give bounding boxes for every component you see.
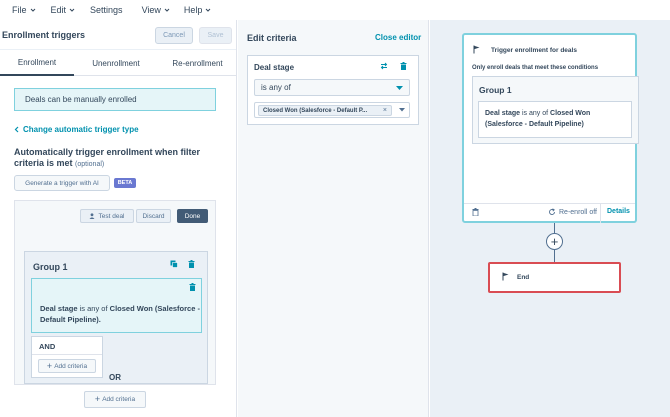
trigger-card[interactable]: Trigger enrollment for deals Only enroll… <box>462 33 639 223</box>
add-action-button[interactable]: + <box>546 233 563 250</box>
connector-line <box>554 250 555 262</box>
edit-criteria-title: Edit criteria <box>247 33 297 43</box>
trigger-tabs: Enrollment Unenrollment Re-enrollment <box>0 50 237 76</box>
panel-header: Enrollment triggers Cancel Save <box>0 20 236 50</box>
trash-icon[interactable] <box>189 283 196 291</box>
copy-icon[interactable] <box>170 260 178 268</box>
value-multiselect[interactable]: Closed Won (Salesforce - Default P... × <box>254 102 410 118</box>
property-label: Deal stage <box>254 63 295 72</box>
flag-icon <box>473 45 480 54</box>
group-title: Group 1 <box>33 262 68 272</box>
canvas-criteria-card: Deal stage is any of Closed Won (Salesfo… <box>478 101 632 138</box>
filter-group: Group 1 Deal stage is any of Closed Won … <box>24 251 208 384</box>
change-trigger-type-link[interactable]: Change automatic trigger type <box>14 125 139 134</box>
chevron-down-icon <box>69 8 75 12</box>
trash-icon[interactable] <box>472 208 479 216</box>
done-button[interactable]: Done <box>177 209 208 223</box>
criteria-card[interactable]: Deal stage is any of Closed Won (Salesfo… <box>31 278 202 333</box>
swap-icon[interactable] <box>380 62 388 70</box>
caret-down-icon <box>396 86 403 90</box>
trash-icon[interactable] <box>400 62 407 70</box>
workflow-canvas: Trigger enrollment for deals Only enroll… <box>430 20 670 417</box>
discard-button[interactable]: Discard <box>136 209 171 223</box>
operator-select[interactable]: is any of <box>254 79 410 96</box>
chevron-left-icon <box>14 126 19 133</box>
optional-label: (optional) <box>75 161 105 168</box>
menu-view[interactable]: View <box>142 0 170 20</box>
refresh-icon <box>549 208 555 215</box>
test-deal-button[interactable]: Test deal <box>80 209 134 223</box>
manual-enroll-text: Deals can be manually enrolled <box>25 95 137 104</box>
close-editor-link[interactable]: Close editor <box>375 33 421 42</box>
criteria-editor-card: Deal stage is any of Closed Won (Salesfo… <box>247 55 419 125</box>
menu-file[interactable]: File <box>12 0 36 20</box>
or-label: OR <box>109 373 121 382</box>
divider <box>32 354 102 355</box>
chevron-down-icon <box>164 8 170 12</box>
trigger-footer: Re-enroll off Details <box>464 203 635 223</box>
plus-icon: + <box>94 394 101 404</box>
and-block: AND + Add criteria <box>31 336 103 378</box>
save-button[interactable]: Save <box>199 27 232 44</box>
panel-title: Enrollment triggers <box>2 29 86 40</box>
value-tag: Closed Won (Salesforce - Default P... × <box>258 105 392 116</box>
chevron-down-icon <box>206 8 211 12</box>
tab-re-enrollment[interactable]: Re-enrollment <box>158 50 237 76</box>
remove-tag-icon[interactable]: × <box>383 107 387 114</box>
trigger-title: Trigger enrollment for deals <box>491 47 577 54</box>
divider <box>600 204 601 223</box>
and-label: AND <box>39 342 56 351</box>
plus-icon: + <box>46 360 53 371</box>
person-icon <box>89 213 95 219</box>
flag-icon <box>502 272 509 281</box>
re-enroll-toggle[interactable]: Re-enroll off <box>548 208 597 216</box>
filter-editor: Test deal Discard Done Group 1 Deal stag… <box>14 200 216 385</box>
caret-down-icon <box>399 108 405 112</box>
manual-enroll-info: Deals can be manually enrolled <box>14 88 216 111</box>
tab-enrollment[interactable]: Enrollment <box>0 50 74 76</box>
beta-badge: BETA <box>114 178 136 188</box>
group-title: Group 1 <box>479 85 512 95</box>
generate-trigger-ai-button[interactable]: Generate a trigger with AI <box>14 175 110 191</box>
enrollment-triggers-panel: Enrollment triggers Cancel Save Enrollme… <box>0 20 237 417</box>
menu-edit[interactable]: Edit <box>51 0 76 20</box>
trash-icon[interactable] <box>188 260 195 268</box>
add-criteria-button[interactable]: + Add criteria <box>38 359 96 373</box>
cancel-button[interactable]: Cancel <box>155 27 193 44</box>
menu-bar: File Edit Settings View Help <box>0 0 670 20</box>
chevron-down-icon <box>30 8 35 12</box>
menu-help[interactable]: Help <box>184 0 212 20</box>
end-node[interactable]: End <box>488 262 621 293</box>
tab-unenrollment[interactable]: Unenrollment <box>80 50 152 76</box>
criteria-text: Deal stage is any of Closed Won (Salesfo… <box>40 304 200 324</box>
add-criteria-group-button[interactable]: + Add criteria <box>84 391 146 408</box>
only-enroll-text: Only enroll deals that meet these condit… <box>472 65 599 71</box>
auto-trigger-heading: Automatically trigger enrollment when fi… <box>14 147 201 168</box>
menu-settings[interactable]: Settings <box>90 0 123 20</box>
edit-criteria-panel: Edit criteria Close editor Deal stage is… <box>238 20 429 417</box>
canvas-filter-group: Group 1 Deal stage is any of Closed Won … <box>472 76 639 144</box>
end-label: End <box>517 274 530 281</box>
criteria-text: Deal stage is any of Closed Won (Salesfo… <box>485 110 591 128</box>
connector-line <box>554 223 555 233</box>
details-link[interactable]: Details <box>607 208 630 215</box>
